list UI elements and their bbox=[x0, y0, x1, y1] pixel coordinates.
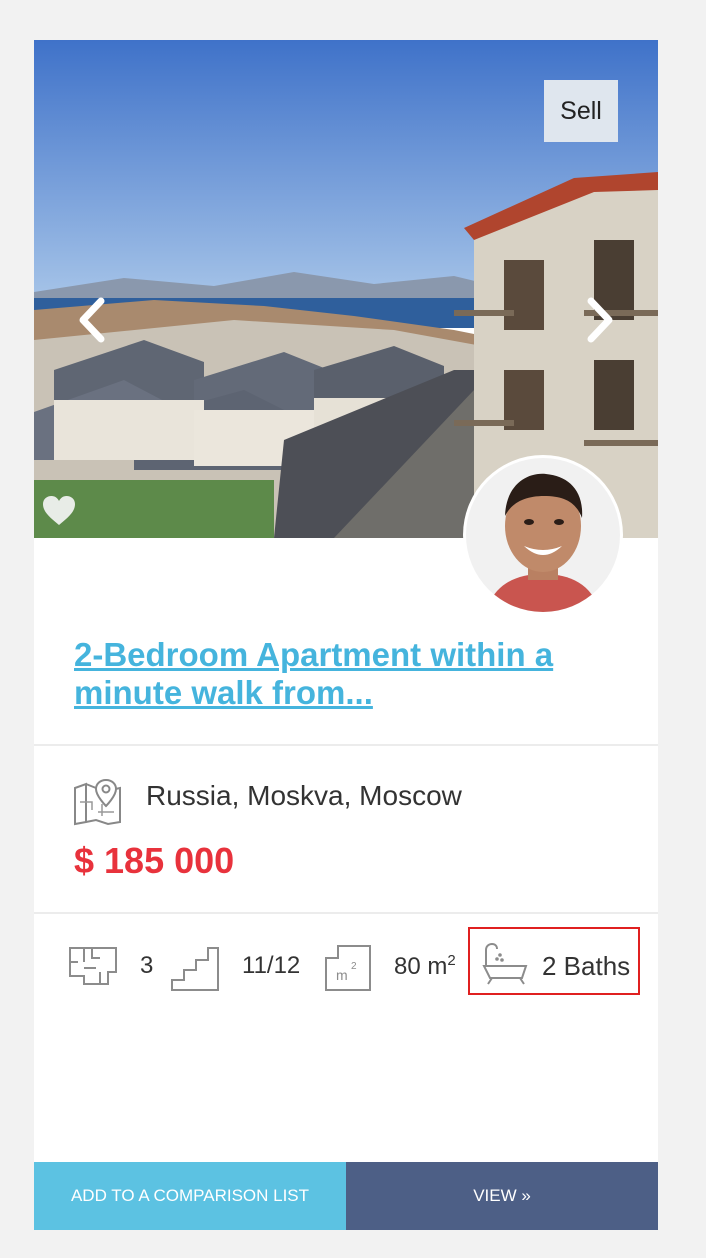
listing-price: $ 185 000 bbox=[74, 840, 235, 881]
heart-icon[interactable] bbox=[42, 495, 76, 527]
bathtub-icon bbox=[482, 942, 528, 991]
add-to-comparison-button[interactable]: ADD TO A COMPARISON LIST bbox=[34, 1162, 346, 1230]
svg-text:m: m bbox=[336, 967, 348, 983]
view-button[interactable]: VIEW » bbox=[346, 1162, 658, 1230]
chevron-right-icon[interactable] bbox=[576, 292, 624, 348]
rooms-count: 3 bbox=[140, 952, 154, 979]
floor-number: 11/12 bbox=[242, 952, 301, 979]
listing-location: Russia, Moskva, Moscow bbox=[146, 780, 462, 811]
stairs-icon bbox=[170, 944, 220, 997]
property-card: Sell 2-Bedroom Apartment within a minute… bbox=[34, 40, 658, 1230]
svg-text:2: 2 bbox=[351, 961, 357, 972]
agent-avatar[interactable] bbox=[466, 458, 620, 612]
divider bbox=[34, 912, 658, 914]
divider bbox=[34, 744, 658, 746]
floorplan-icon bbox=[68, 944, 118, 991]
listing-title-link[interactable]: 2-Bedroom Apartment within a minute walk… bbox=[74, 636, 614, 712]
chevron-left-icon[interactable] bbox=[68, 292, 116, 348]
map-pin-icon bbox=[72, 776, 122, 826]
area-icon: m 2 bbox=[324, 944, 372, 997]
area-unit-exponent: 2 bbox=[447, 952, 456, 969]
baths-count: 2 Baths bbox=[542, 951, 631, 981]
area-number: 80 m bbox=[394, 953, 448, 980]
listing-type-badge: Sell bbox=[544, 80, 618, 142]
area-value: 80 m2 bbox=[394, 952, 456, 981]
